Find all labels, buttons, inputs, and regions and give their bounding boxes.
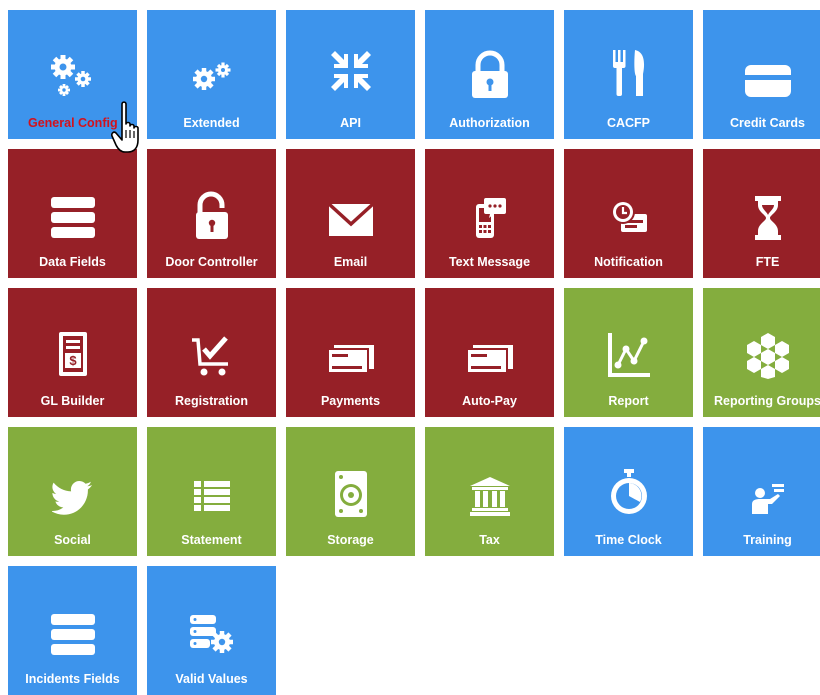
tile-training[interactable]: Training [703, 427, 820, 556]
utensils-icon [564, 48, 693, 98]
tile-label: Door Controller [165, 255, 258, 269]
tile-label: Reporting Groups [714, 394, 820, 408]
tile-label: Payments [320, 394, 381, 408]
tile-email[interactable]: Email [286, 149, 415, 278]
gears-icon [147, 52, 276, 102]
tile-label: Incidents Fields [25, 672, 120, 686]
tile-general-config[interactable]: General Config [8, 10, 137, 139]
tile-incidents-fields[interactable]: Incidents Fields [8, 566, 137, 695]
tile-label: Report [608, 394, 649, 408]
stopwatch-icon [564, 467, 693, 517]
ledger-dollar-icon: $ [8, 330, 137, 380]
tile-cacfp[interactable]: CACFP [564, 10, 693, 139]
stacked-bars-icon [8, 193, 137, 243]
tile-label: GL Builder [40, 394, 105, 408]
settings-tile-grid: General Config Extended API Authorizatio… [8, 10, 820, 695]
tile-statement[interactable]: Statement [147, 427, 276, 556]
twitter-bird-icon [8, 473, 137, 523]
tile-label: CACFP [606, 116, 651, 130]
line-chart-icon [564, 330, 693, 380]
tile-extended[interactable]: Extended [147, 10, 276, 139]
tile-authorization[interactable]: Authorization [425, 10, 554, 139]
tile-tax[interactable]: Tax [425, 427, 554, 556]
tile-label: Text Message [448, 255, 531, 269]
check-payment-icon [286, 334, 415, 384]
gears-icon [8, 52, 137, 102]
tile-data-fields[interactable]: Data Fields [8, 149, 137, 278]
tile-report[interactable]: Report [564, 288, 693, 417]
tile-credit-cards[interactable]: Credit Cards [703, 10, 820, 139]
credit-card-icon [703, 56, 820, 106]
tile-social[interactable]: Social [8, 427, 137, 556]
compress-arrows-icon [286, 46, 415, 96]
presenter-icon [703, 473, 820, 523]
tile-label: Training [743, 533, 792, 547]
cart-check-icon [147, 332, 276, 382]
tile-label: Authorization [449, 116, 530, 130]
tile-time-clock[interactable]: Time Clock [564, 427, 693, 556]
database-gear-icon [147, 610, 276, 660]
tile-storage[interactable]: Storage [286, 427, 415, 556]
tile-text-message[interactable]: Text Message [425, 149, 554, 278]
hard-drive-icon [286, 469, 415, 519]
tile-label: FTE [755, 255, 780, 269]
tile-label: Tax [479, 533, 500, 547]
tile-door-controller[interactable]: Door Controller [147, 149, 276, 278]
tile-label: Registration [175, 394, 248, 408]
tile-label: Extended [183, 116, 240, 130]
clock-notification-icon [564, 193, 693, 243]
lock-icon [425, 50, 554, 100]
tile-reporting-groups[interactable]: Reporting Groups [703, 288, 820, 417]
tile-label: Statement [181, 533, 242, 547]
tile-payments[interactable]: Payments [286, 288, 415, 417]
tile-fte[interactable]: FTE [703, 149, 820, 278]
tile-label: General Config [28, 116, 118, 130]
tile-label: Notification [594, 255, 663, 269]
envelope-icon [286, 195, 415, 245]
phone-message-icon [425, 193, 554, 243]
svg-text:$: $ [69, 353, 77, 368]
hourglass-icon [703, 193, 820, 243]
tile-valid-values[interactable]: Valid Values [147, 566, 276, 695]
tile-label: Credit Cards [729, 116, 806, 130]
tile-api[interactable]: API [286, 10, 415, 139]
list-icon [147, 471, 276, 521]
tile-label: Auto-Pay [462, 394, 517, 408]
bank-building-icon [425, 471, 554, 521]
tile-label: Valid Values [175, 672, 248, 686]
hexagon-cluster-icon [703, 330, 820, 380]
tile-label: Time Clock [595, 533, 662, 547]
tile-label: Storage [327, 533, 374, 547]
tile-notification[interactable]: Notification [564, 149, 693, 278]
tile-auto-pay[interactable]: Auto-Pay [425, 288, 554, 417]
unlock-icon [147, 191, 276, 241]
tile-label: Social [54, 533, 91, 547]
check-payment-icon [425, 334, 554, 384]
tile-label: Email [333, 255, 368, 269]
tile-label: API [340, 116, 361, 130]
tile-label: Data Fields [39, 255, 106, 269]
tile-registration[interactable]: Registration [147, 288, 276, 417]
tile-gl-builder[interactable]: $ GL Builder [8, 288, 137, 417]
stacked-bars-icon [8, 610, 137, 660]
